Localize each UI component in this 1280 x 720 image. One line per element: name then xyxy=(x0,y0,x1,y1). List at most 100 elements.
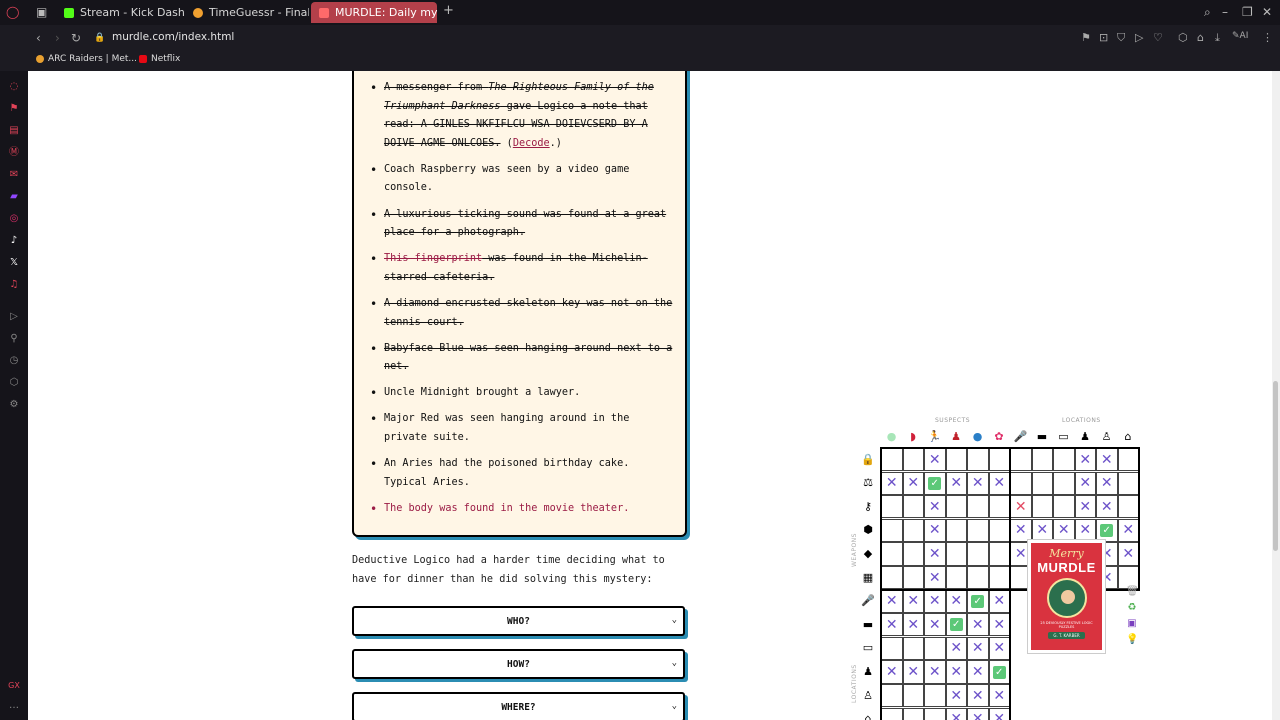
grid-cell-empty[interactable] xyxy=(945,542,967,566)
mail-icon[interactable]: ✉ xyxy=(8,169,20,181)
heart-icon[interactable]: ♡ xyxy=(1153,31,1163,44)
grid-cell-empty[interactable] xyxy=(902,448,924,472)
grid-cell-empty[interactable] xyxy=(881,495,903,519)
grid-cell-x[interactable]: ✕ xyxy=(881,589,903,613)
grid-cell-empty[interactable] xyxy=(902,518,924,543)
close-icon[interactable]: ✕ xyxy=(1262,5,1272,19)
grid-cell-x[interactable]: ✕ xyxy=(924,542,946,566)
tab-overview-icon[interactable]: ▣ xyxy=(36,5,47,19)
minimize-icon[interactable]: – xyxy=(1222,5,1228,19)
grid-cell-x[interactable]: ✕ xyxy=(988,589,1010,613)
wallet-icon[interactable]: ⚑ xyxy=(8,103,20,115)
grid-cell-x[interactable]: ✕ xyxy=(902,613,924,637)
grid-cell-x[interactable]: ✕ xyxy=(1074,495,1096,519)
grid-cell-x[interactable]: ✕ xyxy=(967,684,989,708)
grid-cell-empty[interactable] xyxy=(967,518,989,543)
grid-cell-check[interactable]: ✓ xyxy=(1096,518,1118,543)
grid-cell-check[interactable]: ✓ xyxy=(988,660,1010,684)
grid-cell-empty[interactable] xyxy=(945,495,967,519)
grid-cell-empty[interactable] xyxy=(967,495,989,519)
play-icon[interactable]: ▷ xyxy=(1135,31,1143,44)
camera-icon[interactable]: ⊡ xyxy=(1099,31,1108,44)
menu-icon[interactable]: ⋮ xyxy=(1262,31,1273,44)
grid-cell-empty[interactable] xyxy=(1053,448,1075,472)
fingerprint-link[interactable]: This fingerprint xyxy=(384,253,482,264)
grid-cell-empty[interactable] xyxy=(967,566,989,590)
grid-cell-empty[interactable] xyxy=(1117,448,1139,472)
trash-icon[interactable]: 🗑 xyxy=(1126,586,1139,598)
instagram-icon[interactable]: ◎ xyxy=(8,213,20,225)
more-icon[interactable]: … xyxy=(8,700,20,712)
aria-icon[interactable]: ◌ xyxy=(8,81,20,93)
grid-cell-empty[interactable] xyxy=(881,448,903,472)
grid-cell-empty[interactable] xyxy=(881,566,903,590)
grid-cell-x[interactable]: ✕ xyxy=(1096,448,1118,472)
grid-cell-empty[interactable] xyxy=(1031,471,1053,495)
how-button[interactable]: HOW? ⌄ xyxy=(352,649,685,679)
grid-cell-empty[interactable] xyxy=(1010,448,1032,472)
grid-cell-red-x[interactable]: ✕ xyxy=(1010,495,1032,519)
page-scrollbar[interactable] xyxy=(1272,71,1280,720)
grid-cell-x[interactable]: ✕ xyxy=(945,684,967,708)
grid-cell-x[interactable]: ✕ xyxy=(945,636,967,661)
grid-cell-empty[interactable] xyxy=(945,448,967,472)
bookmark-netflix[interactable]: Netflix xyxy=(139,54,180,64)
grid-cell-x[interactable]: ✕ xyxy=(988,707,1010,720)
grid-cell-empty[interactable] xyxy=(988,518,1010,543)
grid-cell-x[interactable]: ✕ xyxy=(902,660,924,684)
tab-kick[interactable]: Stream - Kick Dashboard xyxy=(56,2,184,23)
grid-cell-x[interactable]: ✕ xyxy=(1074,518,1096,543)
maximize-icon[interactable]: ❐ xyxy=(1242,5,1253,19)
grid-cell-x[interactable]: ✕ xyxy=(967,613,989,637)
grid-cell-x[interactable]: ✕ xyxy=(988,684,1010,708)
tiktok-icon[interactable]: ♪ xyxy=(8,235,20,247)
grid-cell-empty[interactable] xyxy=(988,566,1010,590)
grid-cell-empty[interactable] xyxy=(881,518,903,543)
grid-cell-x[interactable]: ✕ xyxy=(902,471,924,495)
grid-cell-x[interactable]: ✕ xyxy=(1096,495,1118,519)
grid-cell-empty[interactable] xyxy=(1117,495,1139,519)
grid-cell-empty[interactable] xyxy=(1031,448,1053,472)
bookmark-arc-raiders[interactable]: ARC Raiders | Met... xyxy=(36,54,137,64)
grid-cell-empty[interactable] xyxy=(924,684,946,708)
grid-cell-empty[interactable] xyxy=(967,542,989,566)
grid-cell-x[interactable]: ✕ xyxy=(902,589,924,613)
grid-cell-x[interactable]: ✕ xyxy=(988,636,1010,661)
ai-icon[interactable]: ✎AI xyxy=(1232,31,1248,41)
grid-cell-x[interactable]: ✕ xyxy=(924,613,946,637)
gx-icon[interactable]: GX xyxy=(8,680,20,692)
grid-cell-empty[interactable] xyxy=(1117,471,1139,495)
download-icon[interactable]: ⤓ xyxy=(1215,31,1220,45)
grid-cell-empty[interactable] xyxy=(902,542,924,566)
lightbulb-icon[interactable]: 💡 xyxy=(1126,634,1138,646)
grid-cell-empty[interactable] xyxy=(1031,495,1053,519)
grid-cell-x[interactable]: ✕ xyxy=(1096,471,1118,495)
grid-cell-empty[interactable] xyxy=(881,684,903,708)
grid-cell-x[interactable]: ✕ xyxy=(945,471,967,495)
grid-cell-x[interactable]: ✕ xyxy=(945,707,967,720)
grid-cell-x[interactable]: ✕ xyxy=(967,707,989,720)
history-icon[interactable]: ◷ xyxy=(8,355,20,367)
grid-cell-x[interactable]: ✕ xyxy=(1117,542,1139,566)
grid-cell-x[interactable]: ✕ xyxy=(924,518,946,543)
grid-cell-x[interactable]: ✕ xyxy=(881,471,903,495)
grid-cell-check[interactable]: ✓ xyxy=(945,613,967,637)
grid-cell-x[interactable]: ✕ xyxy=(1117,518,1139,543)
grid-cell-x[interactable]: ✕ xyxy=(967,636,989,661)
extensions-icon[interactable]: ⬡ xyxy=(1178,31,1188,44)
grid-cell-empty[interactable] xyxy=(988,495,1010,519)
plus-icon[interactable]: + xyxy=(443,3,454,18)
grid-cell-check[interactable]: ✓ xyxy=(967,589,989,613)
grid-cell-x[interactable]: ✕ xyxy=(924,566,946,590)
grid-cell-empty[interactable] xyxy=(902,566,924,590)
grid-cell-empty[interactable] xyxy=(881,707,903,720)
grid-cell-empty[interactable] xyxy=(924,707,946,720)
grid-cell-x[interactable]: ✕ xyxy=(1074,471,1096,495)
grid-cell-empty[interactable] xyxy=(924,636,946,661)
back-icon[interactable]: ‹ xyxy=(36,31,41,45)
grid-cell-x[interactable]: ✕ xyxy=(1074,448,1096,472)
grid-cell-check[interactable]: ✓ xyxy=(924,471,946,495)
forward-icon[interactable]: › xyxy=(55,31,60,45)
grid-cell-x[interactable]: ✕ xyxy=(945,660,967,684)
grid-cell-empty[interactable] xyxy=(881,542,903,566)
